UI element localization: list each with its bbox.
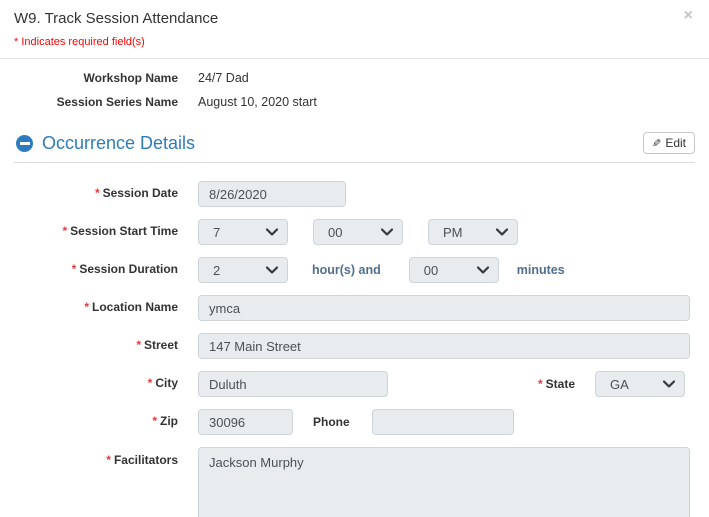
required-asterisk: * (136, 338, 141, 352)
workshop-name-label: Workshop Name (14, 71, 178, 87)
start-hour-value: 7 (213, 225, 220, 240)
facilitators-textarea[interactable]: Jackson Murphy (198, 447, 690, 517)
zip-phone-row: *Zip Phone (14, 409, 695, 435)
required-asterisk: * (538, 377, 543, 391)
chevron-down-icon (266, 266, 278, 274)
required-asterisk: * (148, 376, 153, 390)
required-asterisk: * (106, 453, 111, 467)
facilitators-row: *Facilitators Jackson Murphy (14, 447, 695, 517)
location-name-label: *Location Name (14, 300, 178, 316)
city-state-row: *City *State GA (14, 371, 695, 397)
minus-circle-icon[interactable] (16, 135, 33, 152)
street-row: *Street (14, 333, 695, 359)
edit-button[interactable]: ✎ Edit (643, 132, 695, 154)
chevron-down-icon (496, 228, 508, 236)
minutes-text: minutes (517, 263, 565, 277)
required-asterisk: * (63, 224, 68, 238)
chevron-down-icon (266, 228, 278, 236)
start-minute-value: 00 (328, 225, 342, 240)
session-series-name-label: Session Series Name (14, 95, 178, 111)
start-minute-select[interactable]: 00 (313, 219, 403, 245)
duration-minutes-select[interactable]: 00 (409, 257, 499, 283)
chevron-down-icon (477, 266, 489, 274)
hours-and-text: hour(s) and (312, 263, 381, 277)
required-asterisk: * (84, 300, 89, 314)
state-value: GA (610, 377, 629, 392)
chevron-down-icon (663, 380, 675, 388)
modal-title: W9. Track Session Attendance (14, 10, 695, 27)
city-input[interactable] (198, 371, 388, 397)
edit-button-label: Edit (665, 136, 686, 150)
session-duration-label: *Session Duration (14, 262, 178, 278)
session-series-name-value: August 10, 2020 start (198, 95, 317, 109)
pencil-icon: ✎ (652, 137, 661, 150)
facilitators-label: *Facilitators (14, 447, 178, 469)
modal-header: W9. Track Session Attendance × * Indicat… (0, 0, 709, 59)
state-label: *State (538, 377, 575, 391)
phone-input[interactable] (372, 409, 514, 435)
session-start-time-label: *Session Start Time (14, 224, 178, 240)
session-start-time-row: *Session Start Time 7 00 PM (14, 219, 695, 245)
required-asterisk: * (72, 262, 77, 276)
chevron-down-icon (381, 228, 393, 236)
zip-input[interactable] (198, 409, 293, 435)
workshop-name-value: 24/7 Dad (198, 71, 249, 85)
phone-label: Phone (313, 415, 350, 429)
occurrence-details-section-header: Occurrence Details ✎ Edit (14, 126, 695, 163)
workshop-name-row: Workshop Name 24/7 Dad (14, 71, 695, 87)
session-date-row: *Session Date (14, 181, 695, 207)
zip-label: *Zip (14, 414, 178, 430)
start-ampm-value: PM (443, 225, 463, 240)
session-series-name-row: Session Series Name August 10, 2020 star… (14, 95, 695, 111)
required-asterisk: * (95, 186, 100, 200)
city-label: *City (14, 376, 178, 392)
street-label: *Street (14, 338, 178, 354)
required-asterisk: * (152, 414, 157, 428)
duration-hours-value: 2 (213, 263, 220, 278)
required-fields-note: * Indicates required field(s) (14, 36, 695, 48)
duration-hours-select[interactable]: 2 (198, 257, 288, 283)
session-date-input[interactable] (198, 181, 346, 207)
location-name-input[interactable] (198, 295, 690, 321)
start-ampm-select[interactable]: PM (428, 219, 518, 245)
session-duration-row: *Session Duration 2 hour(s) and 00 minut… (14, 257, 695, 283)
start-hour-select[interactable]: 7 (198, 219, 288, 245)
track-session-attendance-modal: W9. Track Session Attendance × * Indicat… (0, 0, 709, 517)
state-select[interactable]: GA (595, 371, 685, 397)
street-input[interactable] (198, 333, 690, 359)
session-date-label: *Session Date (14, 186, 178, 202)
duration-minutes-value: 00 (424, 263, 438, 278)
close-icon[interactable]: × (680, 6, 697, 26)
location-name-row: *Location Name (14, 295, 695, 321)
session-info-section: Workshop Name 24/7 Dad Session Series Na… (0, 59, 709, 120)
occurrence-details-form: *Session Date *Session Start Time 7 00 (0, 163, 709, 517)
section-title: Occurrence Details (42, 133, 195, 154)
